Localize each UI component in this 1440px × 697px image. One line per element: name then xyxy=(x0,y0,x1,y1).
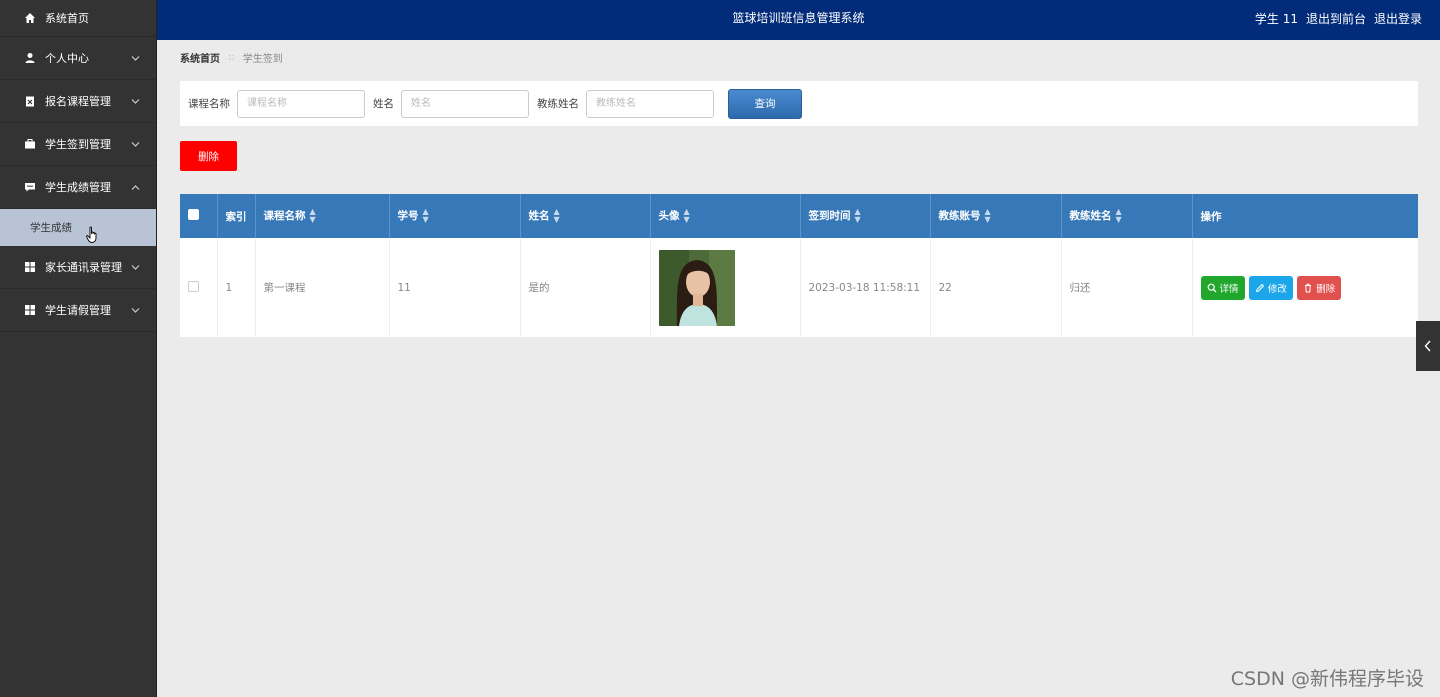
sidebar-item-enroll[interactable]: 报名课程管理 xyxy=(0,80,156,123)
cell-coach-name: 归还 xyxy=(1061,238,1193,337)
cell-actions: 详情 修改 删除 xyxy=(1192,238,1418,337)
logout-link[interactable]: 退出登录 xyxy=(1374,10,1422,27)
course-name-label: 课程名称 xyxy=(188,98,230,110)
delete-label: 删除 xyxy=(1316,283,1336,295)
sidebar-subitem-student-grades[interactable]: 学生成绩 xyxy=(0,209,156,246)
detail-label: 详情 xyxy=(1219,283,1239,295)
select-all-header xyxy=(180,194,218,238)
table-header-row: 索引 课程名称 ▲ ▼ 学号 ▲ ▼ 姓名 ▲ ▼ 头像 ▲ ▼ 签到时间 ▲ ▼ 教练账号 ▲ ▼ 教… xyxy=(180,194,1418,238)
chevron-down-icon xyxy=(131,304,140,317)
user-label: 学生 11 xyxy=(1254,11,1298,26)
table-header-actions: 操作 xyxy=(1200,210,1222,223)
briefcase-icon xyxy=(24,138,36,150)
user-icon xyxy=(24,52,36,64)
coach-name-input[interactable] xyxy=(586,89,714,118)
panel-toggle[interactable] xyxy=(1416,321,1440,371)
data-table: 索引 课程名称 ▲ ▼ 学号 ▲ ▼ 姓名 ▲ ▼ 头像 ▲ ▼ 签到时间 ▲ ▼ 教练账号 ▲ ▼ 教… xyxy=(180,194,1418,337)
table-header-coach-account[interactable]: 教练账号 ▲ ▼ xyxy=(930,194,1062,238)
batch-delete-button[interactable]: 删除 xyxy=(180,141,237,171)
cell-name: 是的 xyxy=(520,238,651,337)
trash-icon xyxy=(1305,283,1312,292)
table-row: 1 第一课程 11 是的 2023-03-18 11:58:11 22 归还 详… xyxy=(180,238,1418,337)
sidebar-item-label: 学生成绩管理 xyxy=(45,181,111,194)
course-name-input[interactable] xyxy=(237,89,365,118)
sidebar-item-label: 个人中心 xyxy=(45,52,89,65)
chat-icon xyxy=(24,181,36,193)
sidebar-item-contacts[interactable]: 家长通讯录管理 xyxy=(0,246,156,289)
query-button[interactable]: 查询 xyxy=(728,88,802,119)
cell-avatar xyxy=(650,238,801,337)
chevron-down-icon xyxy=(131,95,140,108)
watermark: CSDN @新伟程序毕设 xyxy=(1230,668,1424,690)
sidebar-item-personal[interactable]: 个人中心 xyxy=(0,37,156,80)
sort-icon[interactable]: ▲ ▼ xyxy=(554,208,560,224)
chevron-up-icon xyxy=(131,181,140,194)
detail-button[interactable]: 详情 xyxy=(1200,275,1245,300)
search-panel: 课程名称 姓名 教练姓名 查询 xyxy=(180,81,1418,126)
sidebar-item-label: 系统首页 xyxy=(45,12,89,25)
sidebar-item-leave[interactable]: 学生请假管理 xyxy=(0,289,156,332)
table-header-coach-name[interactable]: 教练姓名 ▲ ▼ xyxy=(1061,194,1193,238)
chevron-down-icon xyxy=(131,261,140,274)
student-name-label: 姓名 xyxy=(373,98,394,110)
sidebar-item-label: 家长通讯录管理 xyxy=(45,261,122,274)
top-bar: 篮球培训班信息管理系统 学生 11 退出到前台 退出登录 xyxy=(157,0,1440,40)
coach-name-label: 教练姓名 xyxy=(537,98,579,110)
table-header-sign-time[interactable]: 签到时间 ▲ ▼ xyxy=(800,194,931,238)
sidebar-item-label: 报名课程管理 xyxy=(45,95,111,108)
breadcrumb-current: 学生签到 xyxy=(242,54,283,65)
sort-icon[interactable]: ▲ ▼ xyxy=(1116,208,1122,224)
edit-button[interactable]: 修改 xyxy=(1248,275,1293,300)
chevron-left-icon xyxy=(1424,340,1431,352)
avatar xyxy=(658,249,735,326)
grid-icon xyxy=(24,261,36,273)
sidebar-item-signin[interactable]: 学生签到管理 xyxy=(0,123,156,166)
breadcrumb: 系统首页 :: 学生签到 xyxy=(180,50,283,65)
table-header-avatar[interactable]: 头像 ▲ ▼ xyxy=(650,194,801,238)
table-header-name[interactable]: 姓名 ▲ ▼ xyxy=(520,194,651,238)
hand-cursor-icon xyxy=(86,226,100,248)
home-icon xyxy=(24,12,36,24)
cell-coach-account: 22 xyxy=(930,238,1062,337)
sort-icon[interactable]: ▲ ▼ xyxy=(684,208,690,224)
cell-index: 1 xyxy=(217,238,256,337)
search-icon xyxy=(1207,283,1216,292)
table-header-student-no[interactable]: 学号 ▲ ▼ xyxy=(389,194,521,238)
sort-icon[interactable]: ▲ ▼ xyxy=(855,208,861,224)
sidebar-item-label: 学生签到管理 xyxy=(45,138,111,151)
sort-icon[interactable]: ▲ ▼ xyxy=(423,208,429,224)
sidebar-item-home[interactable]: 系统首页 xyxy=(0,0,156,37)
sort-icon[interactable]: ▲ ▼ xyxy=(310,208,316,224)
app-title: 篮球培训班信息管理系统 xyxy=(732,11,865,25)
chevron-down-icon xyxy=(131,138,140,151)
breadcrumb-home[interactable]: 系统首页 xyxy=(180,50,220,65)
pencil-icon xyxy=(1255,283,1265,292)
cell-student-no: 11 xyxy=(389,238,521,337)
clipboard-icon xyxy=(24,95,36,107)
row-checkbox[interactable] xyxy=(188,280,199,292)
sidebar-item-grades[interactable]: 学生成绩管理 xyxy=(0,166,156,209)
sort-icon[interactable]: ▲ ▼ xyxy=(985,208,991,224)
grid-icon xyxy=(24,304,36,316)
student-name-input[interactable] xyxy=(401,89,529,118)
table-header-course[interactable]: 课程名称 ▲ ▼ xyxy=(255,194,390,238)
select-all-checkbox[interactable] xyxy=(188,209,199,220)
cell-sign-time: 2023-03-18 11:58:11 xyxy=(800,238,931,337)
cell-course: 第一课程 xyxy=(255,238,390,337)
table-header-index: 索引 xyxy=(217,194,256,238)
sidebar-subitem-label: 学生成绩 xyxy=(30,222,72,234)
sidebar: 系统首页 个人中心 报名课程管理 学生签到管理 学生成绩管理 学生成绩 家长通讯… xyxy=(0,0,157,697)
chevron-down-icon xyxy=(131,52,140,65)
row-delete-button[interactable]: 删除 xyxy=(1297,275,1342,300)
sidebar-item-label: 学生请假管理 xyxy=(45,304,111,317)
back-to-front-link[interactable]: 退出到前台 xyxy=(1306,10,1366,27)
edit-label: 修改 xyxy=(1267,283,1287,295)
breadcrumb-separator: :: xyxy=(228,52,235,63)
